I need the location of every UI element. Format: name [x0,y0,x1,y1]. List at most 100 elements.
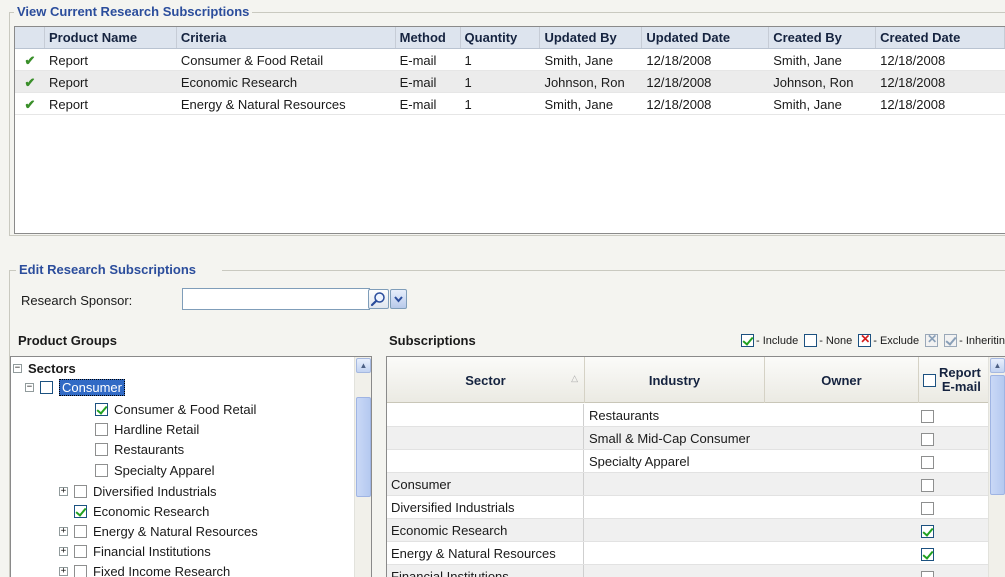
chevron-down-icon [394,296,403,303]
tree-checkbox[interactable] [95,442,108,456]
cell-created-date: 12/18/2008 [880,97,946,112]
column-header-criteria[interactable]: Criteria [177,27,396,48]
report-email-checkbox[interactable] [921,502,934,516]
cell-report-email[interactable] [921,519,941,541]
tree-node-consumer-food-retail[interactable]: Consumer & Food Retail [95,399,256,419]
sponsor-dropdown-button[interactable] [390,289,407,309]
report-email-checkbox[interactable] [921,410,934,424]
research-sponsor-label: Research Sponsor: [21,293,133,308]
tree-node-financial-institutions[interactable]: + Financial Institutions [59,541,211,561]
table-row[interactable]: ✔ Report Consumer & Food Retail E-mail 1… [15,49,1005,71]
checkmark-icon: ✔ [24,97,36,112]
sponsor-search-button[interactable] [368,289,389,309]
tree-checkbox[interactable] [95,402,108,416]
tree-checkbox[interactable] [74,564,87,577]
column-header-owner[interactable]: Owner [765,357,919,403]
cell-industry [585,565,765,577]
cell-updated-by: Johnson, Ron [544,75,625,90]
tree-node-diversified-industrials[interactable]: + Diversified Industrials [59,481,217,501]
tree-node-label: Consumer [59,378,125,396]
tree-checkbox[interactable] [74,544,87,558]
cell-report-email[interactable] [921,450,941,472]
tree-node-energy-natural-resources[interactable]: + Energy & Natural Resources [59,521,258,541]
tree-node-hardline-retail[interactable]: Hardline Retail [95,419,199,439]
cell-sector: Economic Research [387,519,584,541]
column-header-method[interactable]: Method [396,27,461,48]
column-header-created-by[interactable]: Created By [769,27,877,48]
table-row[interactable]: Specialty Apparel [387,450,989,473]
cell-quantity: 1 [464,75,472,90]
cell-report-email[interactable] [921,496,941,518]
cell-owner [765,427,917,449]
tree-node-sectors[interactable]: − Sectors [13,358,76,378]
expand-icon[interactable]: + [59,546,68,556]
table-row[interactable]: Diversified Industrials [387,496,989,519]
column-header-label: Sector [465,372,506,388]
scrollbar-thumb[interactable] [356,397,371,497]
column-header-product-name[interactable]: Product Name [45,27,177,48]
expand-icon[interactable]: + [59,526,68,536]
collapse-icon[interactable]: − [13,363,22,373]
tree-checkbox[interactable] [74,484,87,498]
tree-checkbox[interactable] [95,422,108,436]
expand-icon[interactable]: + [59,486,68,496]
column-header-status[interactable] [15,27,45,48]
tree-checkbox[interactable] [74,504,87,518]
column-header-created-date[interactable]: Created Date [876,27,1005,48]
research-sponsor-input[interactable] [182,288,370,310]
checkmark-icon: ✔ [24,75,36,90]
table-row[interactable]: Consumer [387,473,989,496]
report-email-checkbox[interactable] [921,571,934,577]
tree-node-specialty-apparel[interactable]: Specialty Apparel [95,460,214,480]
table-row[interactable]: Energy & Natural Resources [387,542,989,565]
report-email-checkbox[interactable] [921,433,934,447]
cell-product-name: Report [48,75,88,90]
report-email-checkbox[interactable] [921,525,934,539]
none-legend-checkbox [804,334,818,347]
tree-scrollbar[interactable]: ▲ [354,357,371,577]
tree-node-consumer[interactable]: − Consumer [25,377,125,397]
cell-updated-date: 12/18/2008 [646,75,712,90]
table-row[interactable]: Small & Mid-Cap Consumer [387,427,989,450]
cell-report-email[interactable] [921,473,941,495]
report-email-checkbox[interactable] [921,479,934,493]
cell-industry: Restaurants [589,408,660,423]
scrollbar-thumb[interactable] [990,375,1005,495]
collapse-icon[interactable]: − [25,382,34,392]
current-subscriptions-grid[interactable]: Product Name Criteria Method Quantity Up… [14,26,1005,234]
tree-node-economic-research[interactable]: Economic Research [74,501,209,521]
table-row[interactable]: ✔ Report Energy & Natural Resources E-ma… [15,93,1005,115]
scroll-up-icon[interactable]: ▲ [356,358,371,373]
tree-checkbox[interactable] [40,380,53,394]
cell-updated-by: Smith, Jane [544,53,614,68]
report-email-select-all-checkbox[interactable] [923,373,936,387]
tree-checkbox[interactable] [95,463,108,477]
product-groups-tree[interactable]: − Sectors − Consumer Consumer & Food Ret… [10,356,372,577]
tree-checkbox[interactable] [74,524,87,538]
report-email-checkbox[interactable] [921,456,934,470]
sort-icon: △ [571,373,578,383]
cell-report-email[interactable] [921,565,941,577]
column-header-updated-by[interactable]: Updated By [540,27,643,48]
cell-report-email[interactable] [921,404,941,426]
table-row[interactable]: Economic Research [387,519,989,542]
subscriptions-scrollbar[interactable]: ▲ [988,357,1005,577]
report-email-checkbox[interactable] [921,548,934,562]
expand-icon[interactable]: + [59,566,68,576]
column-header-updated-date[interactable]: Updated Date [642,27,770,48]
subscriptions-grid[interactable]: Sector △ Industry Owner Report E-mail Re… [386,356,1005,577]
column-header-quantity[interactable]: Quantity [461,27,541,48]
tree-node-fixed-income-research[interactable]: + Fixed Income Research [59,561,230,577]
cell-report-email[interactable] [921,427,941,449]
tree-node-label: Fixed Income Research [93,563,231,577]
column-header-report-email[interactable]: Report E-mail [919,357,989,403]
cell-created-by: Johnson, Ron [773,75,854,90]
column-header-sector[interactable]: Sector △ [387,357,585,403]
table-row[interactable]: ✔ Report Economic Research E-mail 1 John… [15,71,1005,93]
tree-node-restaurants[interactable]: Restaurants [95,439,184,459]
table-row[interactable]: Financial Institutions [387,565,989,577]
cell-report-email[interactable] [921,542,941,564]
scroll-up-icon[interactable]: ▲ [990,358,1005,373]
table-row[interactable]: Restaurants [387,404,989,427]
column-header-industry[interactable]: Industry [585,357,765,403]
